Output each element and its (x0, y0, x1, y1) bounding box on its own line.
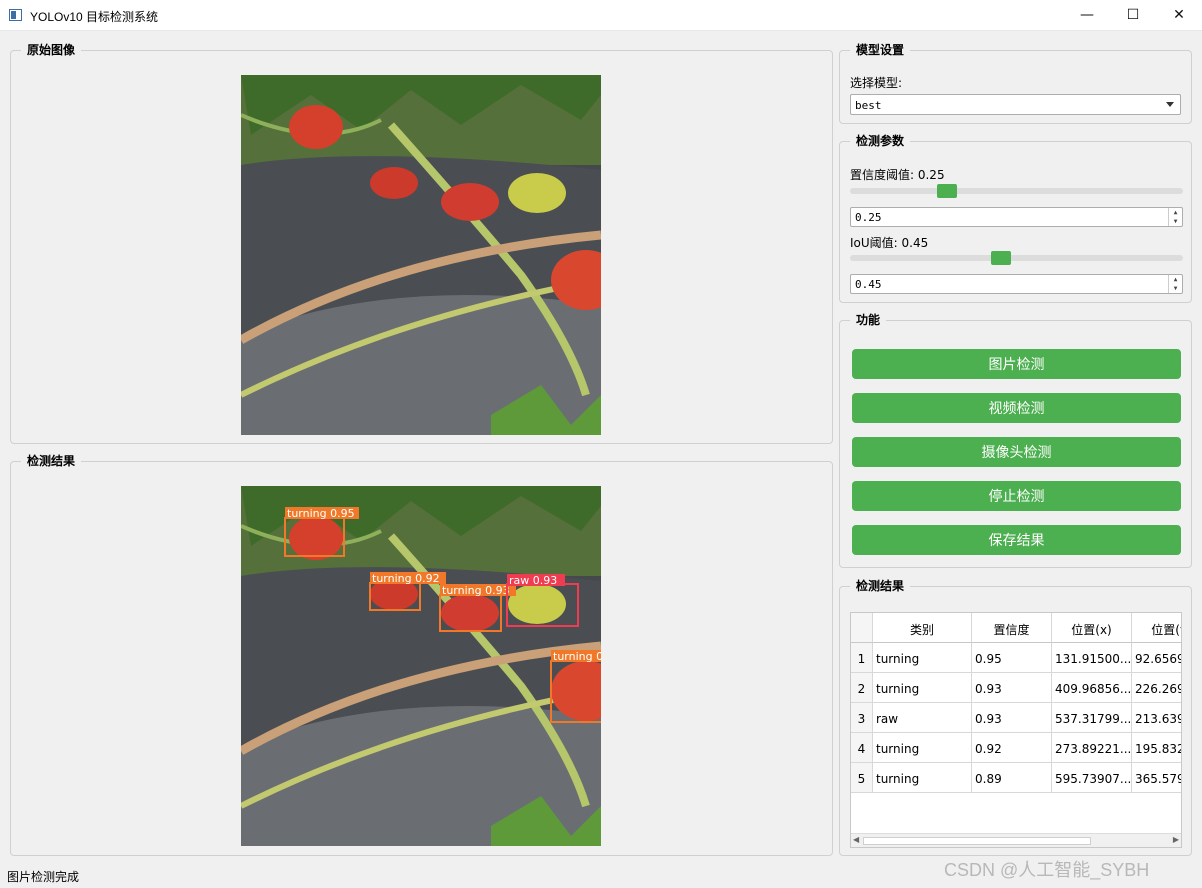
iou-spinbox-value: 0.45 (855, 278, 882, 291)
result-image: turning 0.95 turning 0.92 turning 0.93 r… (241, 486, 601, 846)
app-icon (9, 9, 22, 21)
table-row[interactable]: 3raw0.93537.31799...213.6390... (851, 703, 1181, 733)
detection-label-1: turning 0.95 (287, 507, 355, 520)
conf-spinbox[interactable]: 0.25 ▲ ▼ (850, 207, 1183, 227)
table-row[interactable]: 5turning0.89595.73907...365.5792... (851, 763, 1181, 793)
save-result-button[interactable]: 保存结果 (852, 525, 1181, 555)
table-cell[interactable]: turning (873, 673, 972, 703)
result-image-title: 检测结果 (21, 453, 82, 469)
table-cell[interactable]: 273.89221... (1052, 733, 1132, 763)
iou-slider-thumb[interactable] (990, 251, 1011, 265)
image-detect-button[interactable]: 图片检测 (852, 349, 1181, 379)
video-detect-button[interactable]: 视频检测 (852, 393, 1181, 423)
table-row[interactable]: 2turning0.93409.96856...226.2695... (851, 673, 1181, 703)
table-cell[interactable]: raw (873, 703, 972, 733)
conf-slider[interactable] (850, 184, 1183, 198)
iou-label: IoU阈值: 0.45 (850, 236, 929, 250)
model-settings-group: 模型设置 选择模型: best (839, 42, 1192, 124)
functions-group: 功能 图片检测 视频检测 摄像头检测 停止检测 保存结果 (839, 312, 1192, 568)
model-select[interactable]: best (850, 94, 1181, 115)
spin-arrows-icon[interactable]: ▲ ▼ (1168, 275, 1182, 293)
column-header-x[interactable]: 位置(x) (1052, 613, 1132, 643)
table-cell[interactable]: 131.91500... (1052, 643, 1132, 673)
table-cell[interactable]: 0.93 (972, 673, 1052, 703)
scrollbar-thumb[interactable] (863, 837, 1091, 845)
original-image-title: 原始图像 (21, 42, 82, 58)
title-bar: YOLOv10 目标检测系统 — ☐ ✕ (0, 0, 1202, 31)
iou-spinbox[interactable]: 0.45 ▲ ▼ (850, 274, 1183, 294)
table-cell[interactable]: 213.6390... (1132, 703, 1181, 733)
table-header-row: 类别 置信度 位置(x) 位置(y) (851, 613, 1181, 643)
detection-params-group: 检测参数 置信度阈值: 0.25 0.25 ▲ ▼ IoU阈值: 0.45 0.4… (839, 133, 1192, 303)
column-header-class[interactable]: 类别 (873, 613, 972, 643)
stop-detect-button[interactable]: 停止检测 (852, 481, 1181, 511)
table-cell[interactable]: 595.73907... (1052, 763, 1132, 793)
horizontal-scrollbar[interactable]: ◀ ▶ (851, 833, 1181, 847)
model-select-label: 选择模型: (850, 76, 903, 90)
row-number[interactable]: 3 (851, 703, 873, 733)
camera-detect-button[interactable]: 摄像头检测 (852, 437, 1181, 467)
iou-slider[interactable] (850, 251, 1183, 265)
column-header-y[interactable]: 位置(y) (1132, 613, 1181, 643)
chevron-down-icon (1166, 102, 1174, 107)
table-cell[interactable]: 92.65690... (1132, 643, 1181, 673)
table-corner[interactable] (851, 613, 873, 643)
conf-spinbox-value: 0.25 (855, 211, 882, 224)
table-cell[interactable]: 409.96856... (1052, 673, 1132, 703)
watermark: CSDN @人工智能_SYBH (944, 860, 1150, 880)
spin-arrows-icon[interactable]: ▲ ▼ (1168, 208, 1182, 226)
results-table-title: 检测结果 (850, 578, 911, 594)
close-icon[interactable]: ✕ (1156, 0, 1202, 30)
row-number[interactable]: 1 (851, 643, 873, 673)
detection-label-5: turning 0.89 (553, 650, 601, 663)
row-number[interactable]: 2 (851, 673, 873, 703)
table-cell[interactable]: turning (873, 733, 972, 763)
row-number[interactable]: 5 (851, 763, 873, 793)
table-cell[interactable]: turning (873, 643, 972, 673)
results-table[interactable]: 类别 置信度 位置(x) 位置(y) 1turning0.95131.91500… (850, 612, 1182, 848)
result-image-art: turning 0.95 turning 0.92 turning 0.93 r… (241, 486, 601, 846)
model-select-value: best (855, 99, 882, 112)
window-title: YOLOv10 目标检测系统 (30, 10, 159, 24)
column-header-confidence[interactable]: 置信度 (972, 613, 1052, 643)
table-cell[interactable]: 0.93 (972, 703, 1052, 733)
table-cell[interactable]: 226.2695... (1132, 673, 1181, 703)
model-settings-title: 模型设置 (850, 42, 911, 58)
detection-params-title: 检测参数 (850, 133, 911, 149)
scroll-right-icon[interactable]: ▶ (1173, 835, 1179, 844)
original-image (241, 75, 601, 435)
conf-label: 置信度阈值: 0.25 (850, 168, 945, 182)
table-row[interactable]: 4turning0.92273.89221...195.8324... (851, 733, 1181, 763)
table-cell[interactable]: 0.95 (972, 643, 1052, 673)
table-cell[interactable]: 0.89 (972, 763, 1052, 793)
detection-label-4: raw 0.93 (509, 574, 557, 587)
table-cell[interactable]: turning (873, 763, 972, 793)
table-cell[interactable]: 537.31799... (1052, 703, 1132, 733)
results-table-group: 检测结果 类别 置信度 位置(x) 位置(y) 1turning0.95131.… (839, 578, 1192, 856)
conf-slider-thumb[interactable] (936, 184, 957, 198)
status-bar-text: 图片检测完成 (7, 870, 80, 884)
maximize-icon[interactable]: ☐ (1110, 0, 1156, 30)
detection-label-3: turning 0.93 (442, 584, 510, 597)
row-number[interactable]: 4 (851, 733, 873, 763)
original-image-art (241, 75, 601, 435)
table-row[interactable]: 1turning0.95131.91500...92.65690... (851, 643, 1181, 673)
minimize-icon[interactable]: — (1064, 0, 1110, 30)
table-cell[interactable]: 0.92 (972, 733, 1052, 763)
detection-label-2: turning 0.92 (372, 572, 440, 585)
table-cell[interactable]: 365.5792... (1132, 763, 1181, 793)
table-cell[interactable]: 195.8324... (1132, 733, 1181, 763)
scroll-left-icon[interactable]: ◀ (853, 835, 859, 844)
functions-title: 功能 (850, 312, 887, 328)
